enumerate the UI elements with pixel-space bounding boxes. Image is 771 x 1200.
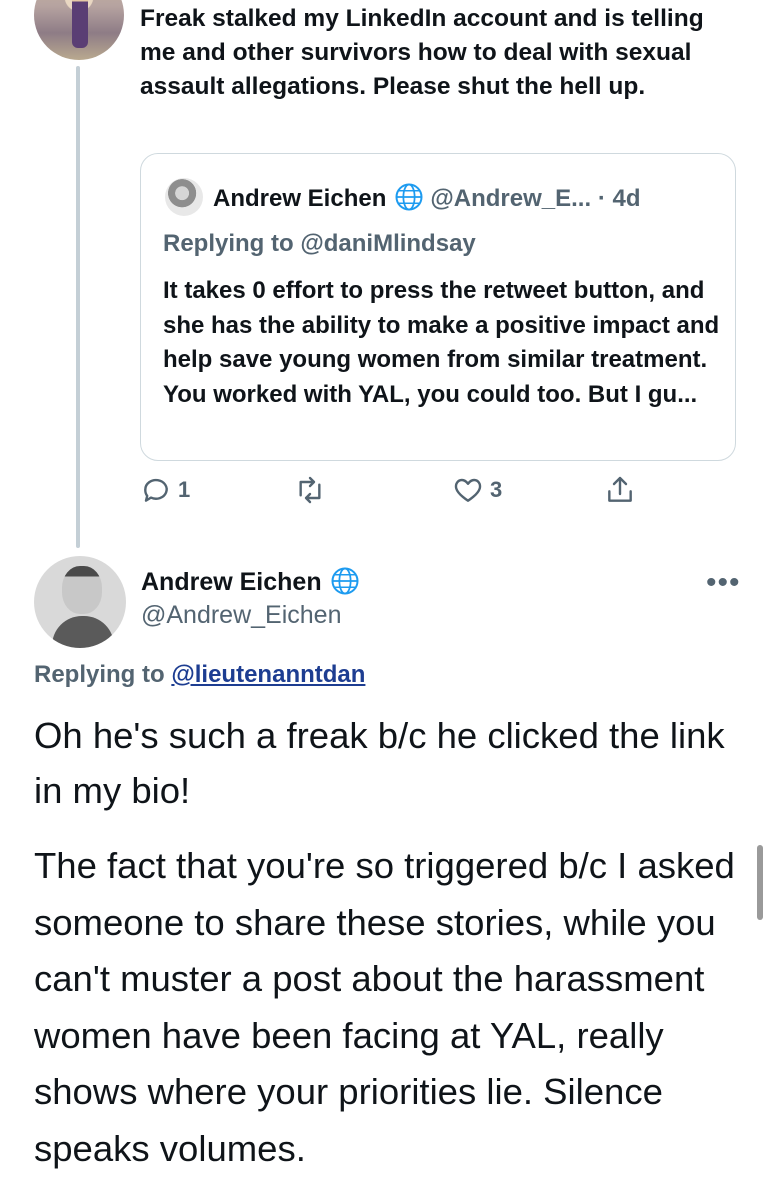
main-tweet-paragraph-2: The fact that you're so triggered b/c I … [34, 845, 735, 1169]
retweet-button[interactable] [294, 474, 332, 506]
main-tweet-paragraph-1: Oh he's such a freak b/c he clicked the … [34, 715, 725, 811]
quoted-tweet-card[interactable]: Andrew Eichen @Andrew_E... · 4d Replying … [140, 153, 736, 461]
more-options-button[interactable]: ••• [706, 566, 741, 600]
quoted-tweet-author-name: Andrew Eichen [213, 185, 387, 212]
retweet-icon [299, 476, 321, 504]
scrollbar[interactable] [757, 845, 763, 920]
parent-tweet-text: Freak stalked my LinkedIn account and is… [140, 5, 704, 100]
reply-button[interactable]: 1 [140, 474, 190, 506]
like-count: 3 [490, 477, 503, 502]
globe-icon [331, 567, 359, 595]
quoted-tweet-replying-to: Replying to @daniMlindsay [163, 230, 476, 257]
quoted-tweet-time: · 4d [597, 185, 641, 212]
tweet-actions-bar: 1 3 [140, 474, 660, 514]
quoted-tweet-text: It takes 0 effort to press the retweet b… [163, 277, 720, 408]
quoted-tweet-avatar [165, 178, 203, 216]
main-tweet-author-name-text: Andrew Eichen [141, 568, 322, 596]
main-tweet-avatar[interactable] [34, 556, 126, 648]
quoted-tweet-handle: @Andrew_E... [430, 185, 592, 212]
replying-user-link[interactable]: @lieutenanntdan [171, 661, 365, 688]
replying-prefix: Replying to [34, 661, 172, 688]
quoted-tweet-header: Andrew Eichen @Andrew_E... · 4d [213, 182, 641, 213]
like-button[interactable]: 3 [452, 474, 502, 506]
reply-icon [144, 478, 168, 502]
thread-line [76, 66, 80, 548]
reply-count: 1 [178, 477, 191, 502]
like-icon [454, 478, 482, 502]
share-icon [608, 476, 632, 502]
main-tweet-author-name[interactable]: Andrew Eichen [141, 566, 366, 597]
share-button[interactable] [604, 474, 636, 506]
parent-tweet-avatar[interactable] [34, 0, 124, 60]
globe-icon [395, 183, 423, 211]
main-tweet-replying-to: Replying to @lieutenanntdan [34, 661, 365, 689]
main-tweet-handle[interactable]: @Andrew_Eichen [141, 601, 342, 630]
